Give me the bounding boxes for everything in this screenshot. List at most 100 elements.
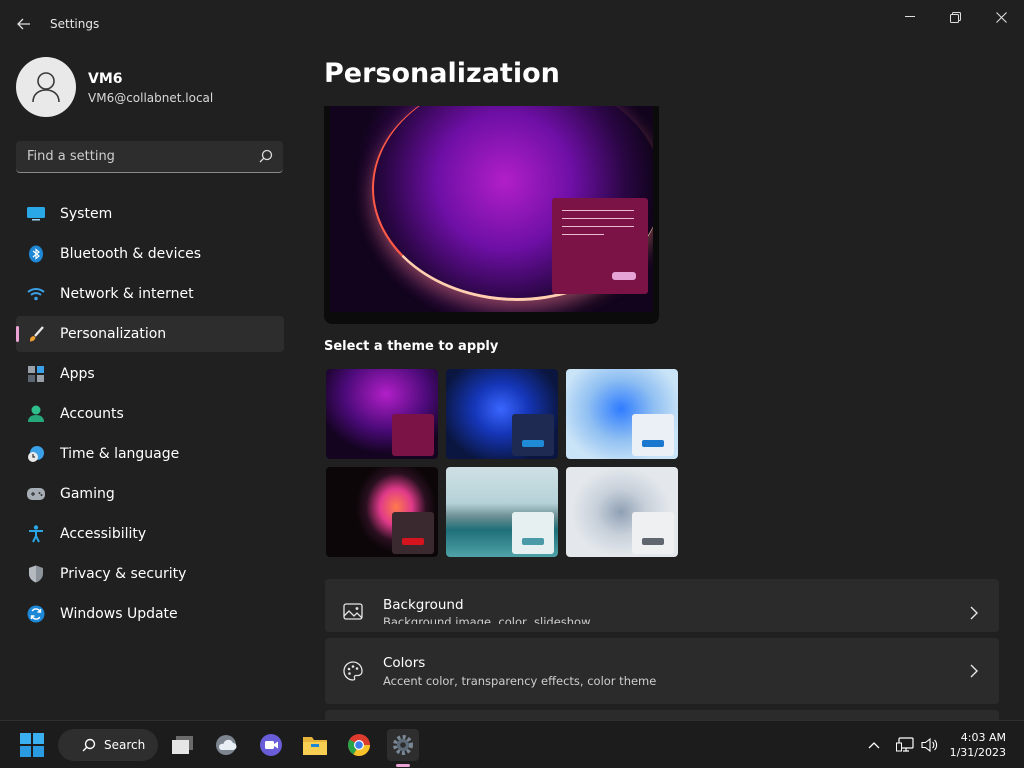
sidebar-item-time-language[interactable]: Time & language: [16, 436, 284, 472]
sidebar-item-bluetooth[interactable]: Bluetooth & devices: [16, 236, 284, 272]
theme-mini-button: [522, 440, 544, 447]
sidebar-item-label: Windows Update: [60, 606, 178, 622]
folder-icon: [303, 737, 327, 755]
minimize-button[interactable]: [887, 4, 933, 30]
profile-name: VM6: [88, 71, 123, 87]
sidebar-item-privacy-security[interactable]: Privacy & security: [16, 556, 284, 592]
chevron-right-icon: [970, 664, 978, 678]
theme-mini-button: [402, 538, 424, 545]
profile-email: VM6@collabnet.local: [88, 91, 214, 105]
close-button[interactable]: [978, 4, 1024, 30]
sidebar-item-label: Accessibility: [60, 526, 147, 542]
sidebar-item-system[interactable]: System: [16, 196, 284, 232]
brush-icon: [27, 325, 45, 343]
chevron-right-icon: [970, 606, 978, 620]
widgets-button[interactable]: [211, 729, 243, 761]
settings-window: Settings VM6 VM6@collabnet.local System: [0, 0, 1024, 720]
sidebar-item-label: Personalization: [60, 326, 167, 342]
active-app-indicator: [396, 764, 410, 767]
theme-tile-sunrise[interactable]: [446, 467, 558, 557]
sidebar-item-label: Time & language: [60, 446, 180, 462]
theme-mini-window: [392, 512, 434, 554]
settings-taskbar-button[interactable]: [387, 729, 419, 761]
sidebar-item-accessibility[interactable]: Accessibility: [16, 516, 284, 552]
theme-heading: Select a theme to apply: [324, 339, 499, 354]
task-view-icon: [172, 736, 193, 754]
network-status-button[interactable]: [893, 729, 917, 761]
taskbar-search[interactable]: Search: [58, 729, 158, 761]
sidebar-item-label: Bluetooth & devices: [60, 246, 202, 262]
theme-tile-dark-bloom[interactable]: [446, 369, 558, 459]
colors-card[interactable]: Colors Accent color, transparency effect…: [325, 638, 999, 704]
shield-icon: [27, 565, 45, 583]
card-title: Colors: [383, 655, 426, 671]
chrome-button[interactable]: [343, 729, 375, 761]
bluetooth-icon: [27, 245, 45, 263]
theme-grid: [326, 369, 678, 557]
sidebar-item-network[interactable]: Network & internet: [16, 276, 284, 312]
preview-line: [562, 226, 634, 227]
preview-wallpaper: [330, 106, 653, 312]
image-icon: [343, 603, 363, 620]
theme-tile-light-bloom[interactable]: [566, 369, 678, 459]
apps-icon: [27, 365, 45, 383]
taskbar: Search 4:03 AM 1/31/2023: [0, 720, 1024, 768]
theme-mini-window: [512, 512, 554, 554]
search-icon: [82, 738, 96, 752]
theme-tile-glow[interactable]: [326, 369, 438, 459]
close-icon: [995, 11, 1007, 23]
search-box: [16, 141, 283, 173]
windows-logo-icon: [20, 733, 44, 757]
wifi-icon: [27, 285, 45, 303]
update-icon: [27, 605, 45, 623]
sidebar-item-label: Gaming: [60, 486, 115, 502]
theme-mini-window: [632, 512, 674, 554]
chrome-icon: [348, 734, 370, 756]
background-card[interactable]: Background Background image, color, slid…: [325, 579, 999, 632]
file-explorer-button[interactable]: [299, 729, 331, 761]
preview-window: [552, 198, 648, 294]
back-button[interactable]: [10, 10, 38, 38]
teams-chat-button[interactable]: [255, 729, 287, 761]
chevron-up-icon: [868, 742, 880, 749]
sidebar-item-accounts[interactable]: Accounts: [16, 396, 284, 432]
next-card[interactable]: [325, 710, 999, 720]
speaker-icon: [921, 737, 938, 753]
network-icon: [896, 737, 914, 752]
clock-time: 4:03 AM: [960, 731, 1006, 744]
maximize-button[interactable]: [932, 4, 978, 30]
task-view-button[interactable]: [167, 729, 199, 761]
sidebar-item-label: Apps: [60, 366, 95, 382]
theme-mini-window: [632, 414, 674, 456]
minimize-icon: [905, 16, 915, 17]
accessibility-icon: [27, 525, 45, 543]
taskbar-clock[interactable]: 4:03 AM 1/31/2023: [942, 730, 1006, 760]
clock-date: 1/31/2023: [949, 746, 1006, 759]
accounts-icon: [27, 405, 45, 423]
chat-icon: [260, 734, 282, 756]
weather-widget-icon: [216, 735, 237, 755]
taskbar-search-label: Search: [104, 738, 146, 752]
card-subtitle: Background image, color, slideshow: [383, 615, 591, 624]
avatar[interactable]: [16, 57, 76, 117]
gear-icon: [393, 735, 413, 755]
sidebar-item-apps[interactable]: Apps: [16, 356, 284, 392]
sidebar-item-label: Network & internet: [60, 286, 194, 302]
sidebar-item-label: System: [60, 206, 113, 222]
theme-mini-button: [522, 538, 544, 545]
card-title: Background: [383, 597, 464, 613]
start-button[interactable]: [16, 729, 48, 761]
sidebar-item-label: Accounts: [60, 406, 124, 422]
search-icon[interactable]: [259, 149, 273, 163]
sidebar-item-windows-update[interactable]: Windows Update: [16, 596, 284, 632]
volume-button[interactable]: [918, 729, 942, 761]
show-hidden-icons-button[interactable]: [862, 729, 886, 761]
search-input[interactable]: [16, 141, 246, 171]
sidebar-item-gaming[interactable]: Gaming: [16, 476, 284, 512]
theme-tile-captured-motion[interactable]: [326, 467, 438, 557]
card-subtitle: Accent color, transparency effects, colo…: [383, 674, 657, 688]
title-bar: Settings: [0, 0, 1024, 48]
sidebar-item-personalization[interactable]: Personalization: [16, 316, 284, 352]
theme-tile-flow[interactable]: [566, 467, 678, 557]
sidebar-nav: System Bluetooth & devices Network & int…: [16, 196, 284, 636]
